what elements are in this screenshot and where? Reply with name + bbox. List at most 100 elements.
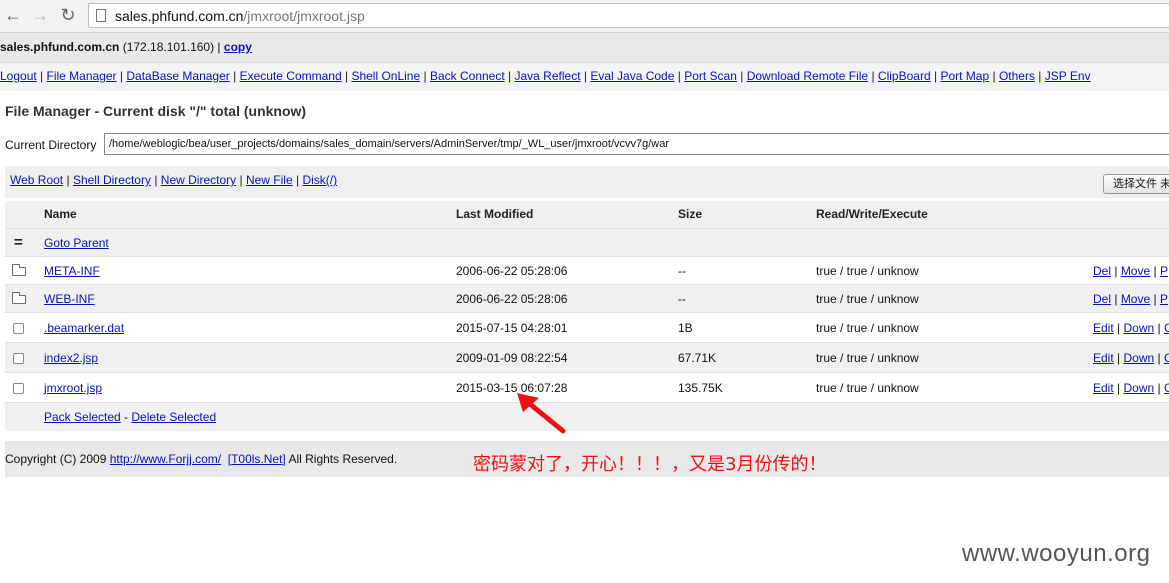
del-link[interactable]: Del [1093,264,1111,278]
table-row: jmxroot.jsp 2015-03-15 06:07:28 135.75K … [5,372,1169,403]
current-directory-input[interactable] [104,133,1169,155]
row-actions: Edit | Down | C [1093,343,1169,373]
reload-icon[interactable]: ↻ [57,4,79,26]
more-action-link[interactable]: P [1160,264,1168,278]
file-modified: 2009-01-09 08:22:54 [456,351,568,365]
move-link[interactable]: Move [1121,292,1150,306]
quick-links-bar: Web Root | Shell Directory | New Directo… [5,166,1169,198]
row-checkbox[interactable] [13,383,24,394]
file-name-link[interactable]: .beamarker.dat [44,313,124,343]
table-row: WEB-INF 2006-06-22 05:28:06 -- true / tr… [5,284,1169,313]
address-bar[interactable]: sales.phfund.com.cn/jmxroot/jmxroot.jsp [88,3,1169,28]
edit-link[interactable]: Edit [1093,321,1114,335]
file-permissions: true / true / unknow [816,321,919,335]
edit-link[interactable]: Edit [1093,381,1114,395]
annotation-arrow-icon [517,393,566,434]
file-modified: 2006-06-22 05:28:06 [456,264,568,278]
menu-shell-online[interactable]: Shell OnLine [351,69,420,83]
table-row: index2.jsp 2009-01-09 08:22:54 67.71K tr… [5,342,1169,373]
current-directory-row: Current Directory [0,130,1169,160]
file-permissions: true / true / unknow [816,264,919,278]
file-size: 67.71K [678,351,717,365]
folder-icon [12,264,26,276]
file-permissions: true / true / unknow [816,381,919,395]
table-row: .beamarker.dat 2015-07-15 04:28:01 1B tr… [5,312,1169,343]
menu-eval-java-code[interactable]: Eval Java Code [590,69,674,83]
file-permissions: true / true / unknow [816,351,919,365]
header-size: Size [678,207,703,221]
page-title: File Manager - Current disk "/" total (u… [5,103,307,119]
menu-port-scan[interactable]: Port Scan [684,69,737,83]
file-modified: 2015-07-15 04:28:01 [456,321,568,335]
arrow-right-icon[interactable]: → [29,4,51,26]
more-action-link[interactable]: C [1164,321,1169,335]
arrow-left-icon[interactable]: ← [2,4,24,26]
menu-others[interactable]: Others [999,69,1035,83]
browser-toolbar: ← → ↻ sales.phfund.com.cn/jmxroot/jmxroo… [0,0,1169,33]
annotation-text: 密码蒙对了，开心！！！，又是3月份传的！ [473,454,827,475]
host-name: sales.phfund.com.cn [0,40,120,54]
table-row: META-INF 2006-06-22 05:28:06 -- true / t… [5,256,1169,285]
table-row-parent: = Goto Parent [5,228,1169,257]
copy-link[interactable]: copy [224,40,252,54]
menu-logout[interactable]: Logout [0,69,37,83]
web-root-link[interactable]: Web Root [10,173,63,187]
forjj-link[interactable]: http://www.Forjj.com/ [110,452,221,466]
more-action-link[interactable]: P [1160,292,1168,306]
main-menu: Logout | File Manager | DataBase Manager… [0,63,1169,91]
file-name-link[interactable]: META-INF [44,257,100,285]
t00ls-link[interactable]: [T00ls.Net] [228,452,286,466]
goto-parent-link[interactable]: Goto Parent [44,229,109,257]
bulk-actions: Pack Selected - Delete Selected [44,410,217,424]
choose-file-button[interactable]: 选择文件 未 [1103,174,1169,194]
file-table-header: Name Last Modified Size Read/Write/Execu… [5,201,1169,228]
menu-java-reflect[interactable]: Java Reflect [515,69,581,83]
menu-clipboard[interactable]: ClipBoard [878,69,931,83]
new-directory-link[interactable]: New Directory [161,173,236,187]
more-action-link[interactable]: C [1164,381,1169,395]
row-checkbox[interactable] [13,353,24,364]
bulk-actions-row: Pack Selected - Delete Selected [5,402,1169,431]
header-rwx: Read/Write/Execute [816,207,928,221]
host-bar: sales.phfund.com.cn (172.18.101.160) | c… [0,33,1169,63]
file-name-link[interactable]: index2.jsp [44,343,98,373]
row-actions: Del | Move | P [1093,264,1168,278]
url-text[interactable]: sales.phfund.com.cn/jmxroot/jmxroot.jsp [115,8,365,24]
file-modified: 2006-06-22 05:28:06 [456,292,568,306]
host-ip: (172.18.101.160) | [119,40,224,54]
row-checkbox[interactable] [13,323,24,334]
menu-port-map[interactable]: Port Map [940,69,989,83]
current-directory-label: Current Directory [5,138,97,152]
file-permissions: true / true / unknow [816,292,919,306]
down-link[interactable]: Down [1123,321,1154,335]
row-actions: Edit | Down | C [1093,313,1169,343]
del-link[interactable]: Del [1093,292,1111,306]
page-icon [96,9,106,22]
watermark: www.wooyun.org [962,540,1151,567]
file-name-link[interactable]: jmxroot.jsp [44,373,102,403]
down-link[interactable]: Down [1123,351,1154,365]
move-link[interactable]: Move [1121,264,1150,278]
file-size: 135.75K [678,381,723,395]
delete-selected-link[interactable]: Delete Selected [131,410,216,424]
row-actions: Edit | Down | C [1093,373,1169,403]
menu-back-connect[interactable]: Back Connect [430,69,505,83]
header-last-modified: Last Modified [456,207,534,221]
menu-download-remote-file[interactable]: Download Remote File [747,69,868,83]
quick-links: Web Root | Shell Directory | New Directo… [10,173,338,187]
more-action-link[interactable]: C [1164,351,1169,365]
menu-execute-command[interactable]: Execute Command [240,69,342,83]
menu-database-manager[interactable]: DataBase Manager [126,69,229,83]
disk-link[interactable]: Disk(/) [302,173,337,187]
header-name: Name [44,207,77,221]
file-size: -- [678,292,686,306]
shell-directory-link[interactable]: Shell Directory [73,173,151,187]
new-file-link[interactable]: New File [246,173,293,187]
menu-file-manager[interactable]: File Manager [47,69,117,83]
menu-jsp-env[interactable]: JSP Env [1045,69,1091,83]
down-link[interactable]: Down [1123,381,1154,395]
file-name-link[interactable]: WEB-INF [44,285,95,313]
copyright: Copyright (C) 2009 http://www.Forjj.com/… [5,452,398,466]
edit-link[interactable]: Edit [1093,351,1114,365]
pack-selected-link[interactable]: Pack Selected [44,410,121,424]
